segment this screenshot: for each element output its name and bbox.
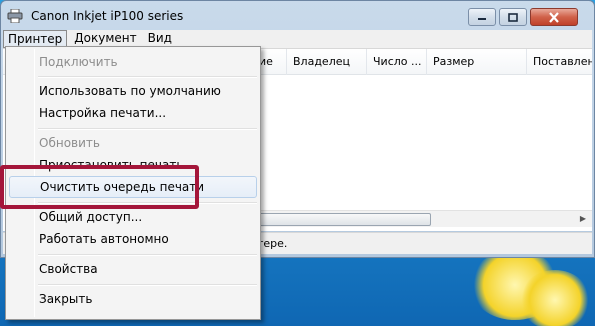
menu-item-use-offline[interactable]: Работать автономно	[9, 228, 257, 250]
menu-item-close[interactable]: Закрыть	[9, 288, 257, 310]
menu-item-sharing[interactable]: Общий доступ...	[9, 206, 257, 228]
column-header-size[interactable]: Размер	[427, 49, 527, 75]
menu-separator	[38, 284, 257, 286]
printer-icon	[7, 9, 23, 23]
horizontal-scrollbar[interactable]: ▶	[253, 210, 592, 227]
title-bar[interactable]: Canon Inkjet iP100 series	[1, 1, 594, 31]
status-text: тере.	[257, 237, 288, 250]
maximize-icon	[508, 12, 518, 22]
menu-item-refresh: Обновить	[39, 136, 100, 150]
column-header-pages[interactable]: Число ...	[367, 49, 427, 75]
column-header-owner[interactable]: Владелец	[287, 49, 367, 75]
menu-separator	[38, 76, 257, 78]
menu-separator	[38, 254, 257, 256]
menu-separator	[38, 128, 257, 130]
menu-item-set-default[interactable]: Использовать по умолчанию	[9, 80, 257, 102]
column-header-submitted[interactable]: Поставлен	[527, 49, 592, 75]
scroll-right-arrow-icon[interactable]: ▶	[580, 214, 586, 223]
annotation-highlight-box	[0, 165, 199, 209]
menu-item-connect: Подключить	[39, 55, 118, 69]
minimize-button[interactable]	[468, 8, 496, 26]
window-title: Canon Inkjet iP100 series	[31, 9, 184, 23]
maximize-button[interactable]	[499, 8, 527, 26]
menu-item-properties[interactable]: Свойства	[9, 258, 257, 280]
close-icon	[549, 11, 559, 23]
close-button[interactable]	[530, 8, 578, 26]
desktop-flower-decoration	[520, 270, 590, 326]
menu-item-printing-preferences[interactable]: Настройка печати...	[9, 102, 257, 124]
minimize-icon	[478, 18, 486, 20]
scrollbar-thumb[interactable]	[253, 213, 431, 226]
